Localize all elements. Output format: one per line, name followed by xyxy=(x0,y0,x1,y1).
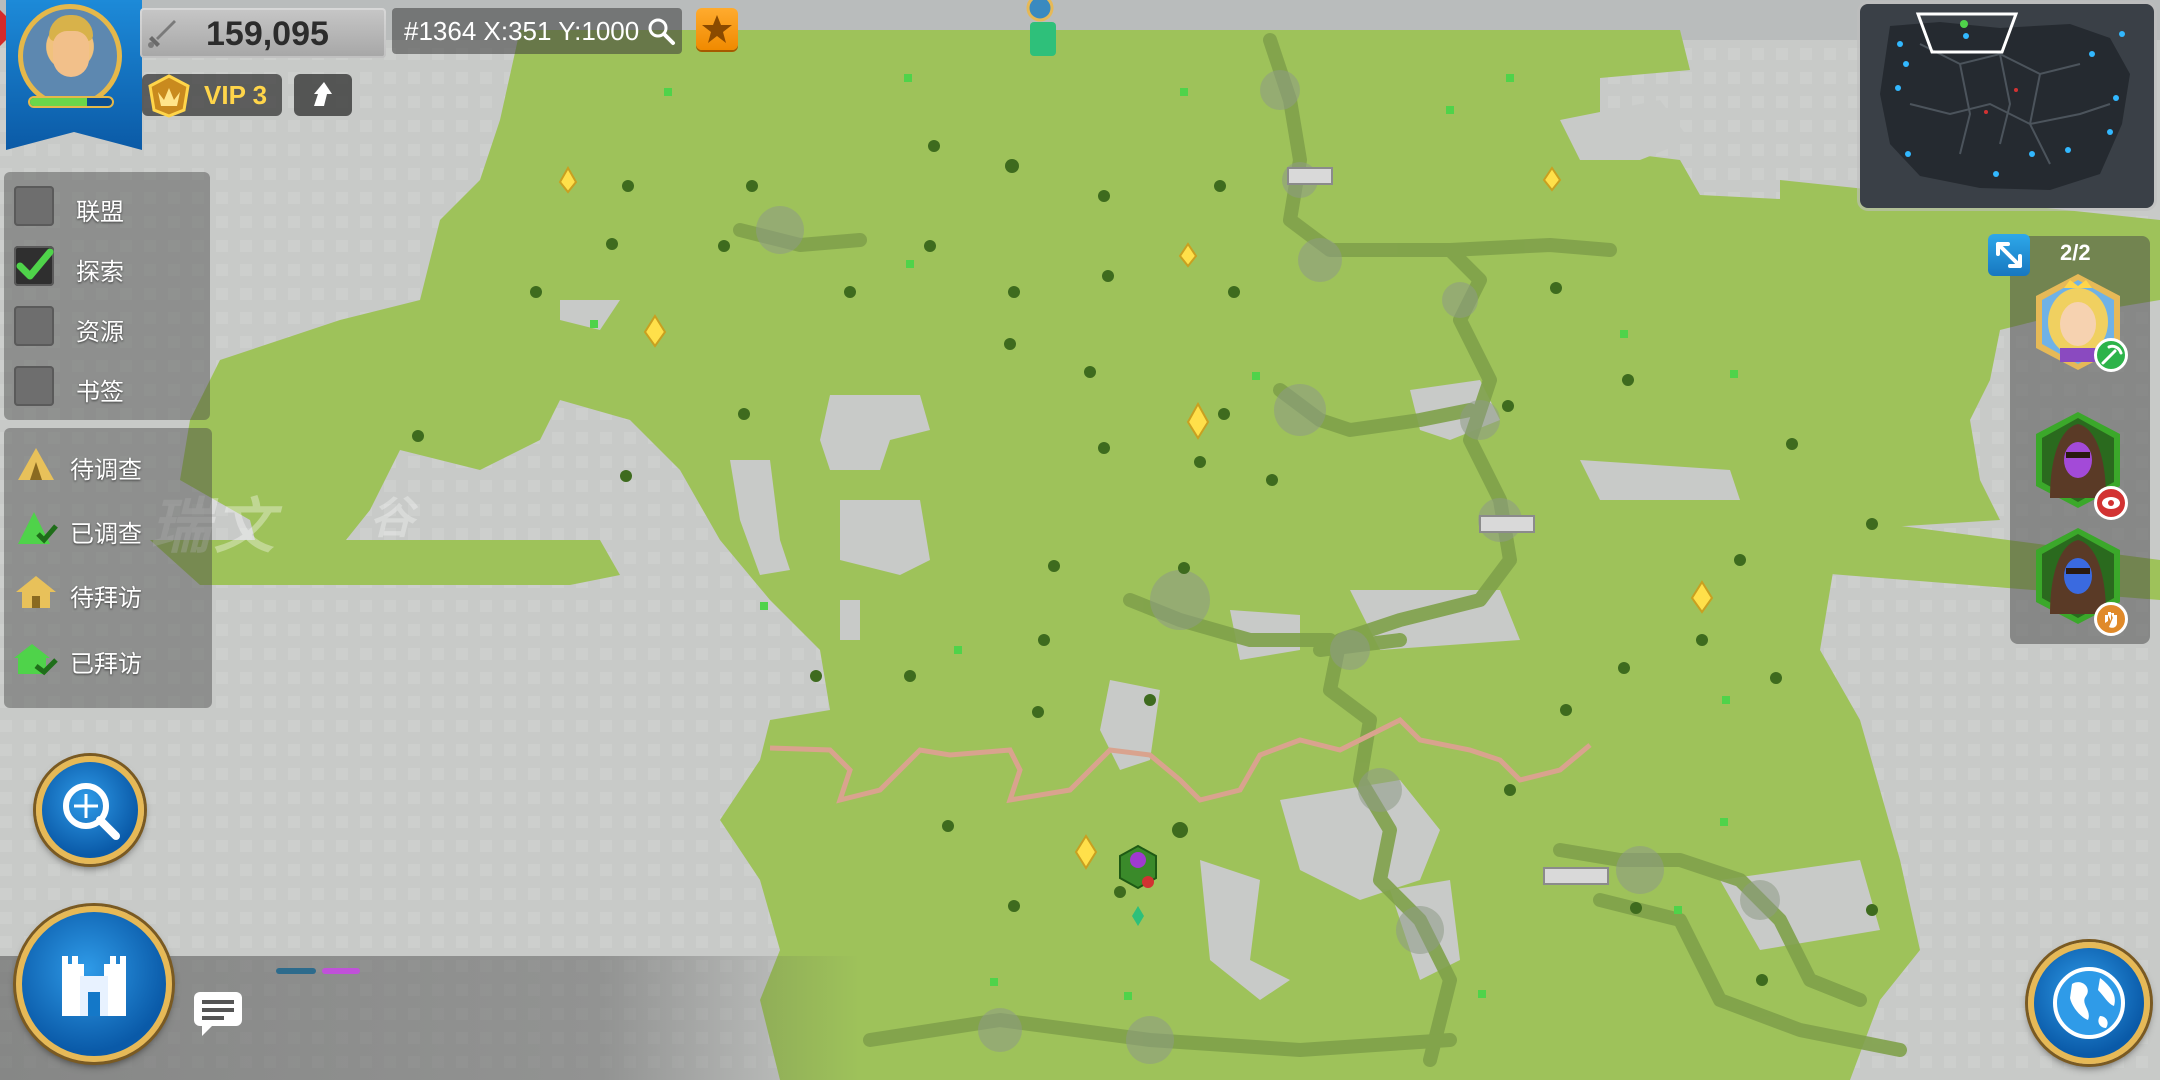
legend-investigated[interactable]: 已调查 xyxy=(14,500,210,556)
expand-arrows-icon xyxy=(1996,242,2022,268)
coordinates-text: #1364 X:351 Y:1000 xyxy=(404,16,640,46)
vip-crown-icon xyxy=(148,74,190,118)
player-exp-bar xyxy=(28,96,114,108)
world-map[interactable]: 瑞文 谷 xyxy=(0,0,2160,1080)
legend-to-visit[interactable]: 待拜访 xyxy=(14,564,210,620)
player-avatar[interactable] xyxy=(18,4,122,108)
magnifier-target-icon xyxy=(63,783,120,840)
village-icon xyxy=(16,576,56,608)
pickaxe-icon xyxy=(2094,338,2128,372)
village-check-icon xyxy=(14,644,58,676)
tent-icon xyxy=(18,448,54,480)
star-icon xyxy=(702,15,732,43)
avatar-face xyxy=(53,31,89,77)
chat-icon[interactable] xyxy=(190,988,246,1040)
legend-to-investigate-label: 待调查 xyxy=(70,457,142,484)
world-map-button[interactable] xyxy=(2028,942,2150,1064)
map-terrain xyxy=(0,0,2160,1080)
tent-check-icon xyxy=(18,512,58,544)
troop-count: 2/2 xyxy=(2060,240,2091,265)
legend-visited-label: 已拜访 xyxy=(70,651,142,678)
vip-display[interactable]: VIP 3 xyxy=(142,74,282,118)
power-value: 159,095 xyxy=(206,15,329,53)
expand-troops-button[interactable] xyxy=(1988,234,2030,276)
hand-icon xyxy=(2094,602,2128,636)
filter-resources-label: 资源 xyxy=(76,319,124,346)
filter-resources[interactable]: 资源 xyxy=(14,298,204,348)
filter-bookmarks[interactable]: 书签 xyxy=(14,358,204,408)
legend-visited[interactable]: 已拜访 xyxy=(14,630,210,686)
coordinates-bar[interactable]: #1364 X:351 Y:1000 xyxy=(392,8,682,54)
vip-level: VIP 3 xyxy=(204,80,268,110)
city-marker[interactable] xyxy=(1026,0,1056,56)
map-filter-panel: 联盟 探索 资源 书签 xyxy=(4,172,210,420)
globe-icon xyxy=(2053,967,2125,1039)
legend-to-visit-label: 待拜访 xyxy=(70,585,142,612)
legend-to-investigate[interactable]: 待调查 xyxy=(14,436,210,492)
legend-investigated-label: 已调查 xyxy=(70,521,142,548)
eye-icon xyxy=(2094,486,2128,520)
filter-bookmarks-checkbox[interactable] xyxy=(14,366,54,406)
upgrade-button[interactable] xyxy=(294,74,352,116)
power-display[interactable]: 159,095 xyxy=(140,8,386,58)
minimap-view xyxy=(1880,12,2130,190)
minimap[interactable] xyxy=(1860,4,2154,208)
checkmark-icon xyxy=(16,248,54,280)
city-button[interactable] xyxy=(16,906,172,1062)
arrow-up-icon xyxy=(314,82,332,106)
filter-resources-checkbox[interactable] xyxy=(14,306,54,346)
map-search-button[interactable] xyxy=(36,756,144,864)
exp-bar-fill xyxy=(30,98,88,106)
legend-panel: 待调查 已调查 待拜访 已拜访 xyxy=(4,428,212,708)
filter-alliance[interactable]: 联盟 xyxy=(14,178,204,228)
region-label-secondary: 谷 xyxy=(370,494,414,543)
filter-alliance-checkbox[interactable] xyxy=(14,186,54,226)
filter-alliance-label: 联盟 xyxy=(76,199,124,226)
chat-channel-indicator[interactable] xyxy=(276,968,316,974)
filter-explore-label: 探索 xyxy=(76,259,124,286)
filter-bookmarks-label: 书签 xyxy=(76,379,124,406)
filter-explore-checkbox[interactable] xyxy=(14,246,54,286)
chat-channel-indicator-alt[interactable] xyxy=(322,968,360,974)
bookmark-button[interactable] xyxy=(696,8,738,50)
sword-icon xyxy=(148,20,176,48)
game-screen: 瑞文 谷 159,095 #1364 X:351 Y:1000 VIP 3 联盟… xyxy=(0,0,2160,1080)
castle-icon xyxy=(62,956,126,1016)
search-icon[interactable] xyxy=(646,16,676,46)
filter-explore[interactable]: 探索 xyxy=(14,238,204,288)
